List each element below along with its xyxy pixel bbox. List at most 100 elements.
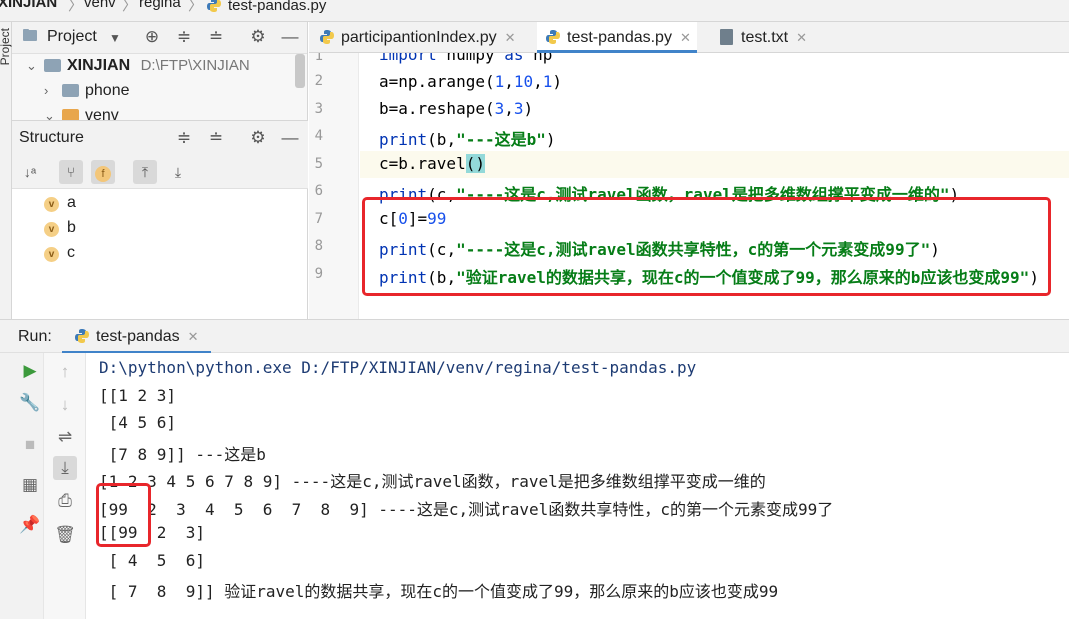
line-number: 7: [314, 211, 323, 227]
code-editor[interactable]: 1 2 3 4 5 6 7 8 9 import numpy as np a=n…: [309, 53, 1069, 319]
breadcrumb-item-venv[interactable]: venv: [84, 0, 116, 11]
project-strip-label[interactable]: Project: [0, 28, 12, 65]
code-line-5: c=b.ravel(): [379, 154, 485, 173]
tab-label: test-pandas.py: [567, 29, 672, 46]
line-number: 9: [314, 266, 323, 282]
structure-item-label: a: [67, 194, 76, 211]
gear-icon[interactable]: ⚙: [248, 128, 268, 148]
stop-icon[interactable]: ■: [18, 433, 42, 457]
expand-all-icon[interactable]: ≑: [174, 128, 194, 148]
code-token: (: [465, 154, 476, 173]
close-icon[interactable]: ✕: [188, 329, 199, 344]
chevron-down-icon[interactable]: ⌄: [26, 54, 38, 78]
console-line: [ 4 5 6]: [99, 551, 205, 570]
console-line: D:\python\python.exe D:/FTP/XINJIAN/venv…: [99, 358, 697, 377]
tab-test-txt[interactable]: test.txt ✕: [720, 22, 807, 53]
code-token: 1: [542, 72, 553, 91]
structure-item-b[interactable]: vb: [44, 217, 76, 239]
python-file-icon: [545, 25, 561, 44]
folder-icon: [44, 59, 61, 72]
variable-icon: v: [44, 247, 59, 262]
structure-item-c[interactable]: vc: [44, 242, 75, 264]
scroll-to-end-icon[interactable]: ⤓: [53, 456, 77, 480]
tab-test-pandas[interactable]: test-pandas.py ✕: [537, 22, 697, 53]
tree-item-path: D:\FTP\XINJIAN: [140, 57, 250, 74]
breadcrumb-item-regina[interactable]: regina: [139, 0, 181, 11]
run-toolbar-secondary: ↑ ↓ ⇌ ⤓ ⎙ 🗑: [44, 353, 86, 619]
code-token: as: [504, 53, 524, 64]
structure-item-a[interactable]: va: [44, 192, 76, 214]
breadcrumb-item-xinjian[interactable]: XINJIAN: [0, 0, 57, 11]
structure-item-label: b: [67, 219, 76, 236]
breadcrumb-separator: 〉: [188, 0, 204, 14]
structure-panel-title: Structure: [19, 129, 84, 146]
expand-all-icon[interactable]: ≑: [174, 27, 194, 47]
code-token: ): [475, 154, 485, 173]
soft-wrap-icon[interactable]: ⇌: [53, 425, 77, 449]
project-folder-icon: [22, 27, 38, 43]
trash-icon[interactable]: 🗑: [53, 523, 77, 547]
console-line: [ 7 8 9]] 验证ravel的数据共享，现在c的一个值变成了99，那么原来…: [99, 582, 779, 601]
close-icon[interactable]: ✕: [505, 30, 516, 45]
console-line: [7 8 9]] ---这是b: [99, 445, 266, 464]
tab-participantionindex[interactable]: participantionIndex.py ✕: [319, 22, 522, 53]
structure-panel-header: Structure ≑ ≐ ⚙ —: [12, 121, 308, 155]
locate-target-icon[interactable]: ⊕: [142, 27, 162, 47]
arrow-down-icon[interactable]: ↓: [53, 393, 77, 417]
tree-item-xinjian[interactable]: ⌄ XINJIAN D:\FTP\XINJIAN: [26, 54, 250, 78]
rerun-icon[interactable]: ▶: [18, 359, 42, 383]
close-icon[interactable]: ✕: [680, 30, 691, 45]
gear-icon[interactable]: ⚙: [248, 27, 268, 47]
console-line: [1 2 3 4 5 6 7 8 9] ----这是c,测试ravel函数，ra…: [99, 472, 766, 491]
breadcrumb-item-file[interactable]: test-pandas.py: [206, 0, 326, 14]
run-tab-test-pandas[interactable]: test-pandas ✕: [62, 320, 211, 354]
pin-icon[interactable]: 📌: [18, 513, 42, 537]
code-token: ,: [504, 99, 514, 118]
breadcrumb: XINJIAN 〉 venv 〉 regina 〉 test-pandas.py: [0, 0, 1069, 22]
code-token: "---这是b": [456, 130, 546, 149]
code-token: numpy: [436, 53, 505, 64]
line-number: 3: [314, 101, 323, 117]
tree-item-venv[interactable]: ⌄ venv: [44, 104, 119, 120]
console-output[interactable]: D:\python\python.exe D:/FTP/XINJIAN/venv…: [86, 353, 1069, 619]
structure-item-label: c: [67, 244, 75, 261]
arrow-up-icon[interactable]: ↑: [53, 360, 77, 384]
run-tab-label: test-pandas: [96, 328, 180, 345]
line-number: 8: [314, 238, 323, 254]
code-token: ,: [504, 72, 514, 91]
chevron-down-icon[interactable]: ⌄: [44, 104, 56, 120]
chevron-down-icon[interactable]: ▼: [105, 28, 125, 48]
line-number: 2: [314, 73, 323, 89]
autoscroll-from-source-icon[interactable]: ⤓: [166, 160, 190, 184]
minimize-icon[interactable]: —: [280, 128, 300, 148]
collapse-all-icon[interactable]: ≐: [206, 128, 226, 148]
collapse-all-icon[interactable]: ≐: [206, 27, 226, 47]
tree-item-phone[interactable]: › phone: [44, 79, 130, 103]
project-panel-title[interactable]: Project: [47, 28, 97, 46]
console-line: [4 5 6]: [99, 413, 177, 432]
show-inherited-icon[interactable]: ⑂: [59, 160, 83, 184]
variable-icon: v: [44, 222, 59, 237]
scrollbar-thumb[interactable]: [295, 54, 305, 88]
project-panel: Project ▼ ⊕ ≑ ≐ ⚙ — ⌄ XINJIAN D:\FTP\XINJ…: [12, 22, 308, 120]
code-token: 10: [513, 72, 534, 91]
breadcrumb-separator: 〉: [122, 0, 138, 14]
sort-alpha-icon[interactable]: ↓ᵃ: [18, 160, 42, 184]
autoscroll-to-source-icon[interactable]: ⤒: [133, 160, 157, 184]
minimize-icon[interactable]: —: [280, 27, 300, 47]
layout-icon[interactable]: ▦: [18, 473, 42, 497]
chevron-right-icon[interactable]: ›: [44, 79, 56, 103]
wrench-icon[interactable]: 🔧: [18, 391, 42, 415]
tree-item-label: venv: [85, 107, 119, 120]
code-line-2: a=np.arange(1,10,1): [379, 72, 562, 91]
show-fields-toggle[interactable]: f: [91, 160, 115, 184]
close-icon[interactable]: ✕: [796, 30, 807, 45]
python-file-icon: [74, 323, 90, 343]
code-token: ,: [533, 72, 543, 91]
code-line-3: b=a.reshape(3,3): [379, 99, 533, 118]
run-toolbar-primary: ▶ 🔧 ■ ▦ 📌: [0, 353, 44, 619]
print-icon[interactable]: ⎙: [53, 489, 77, 513]
breadcrumb-file-label: test-pandas.py: [228, 0, 327, 14]
python-file-icon: [206, 0, 222, 13]
annotation-highlight-box: [96, 483, 151, 547]
